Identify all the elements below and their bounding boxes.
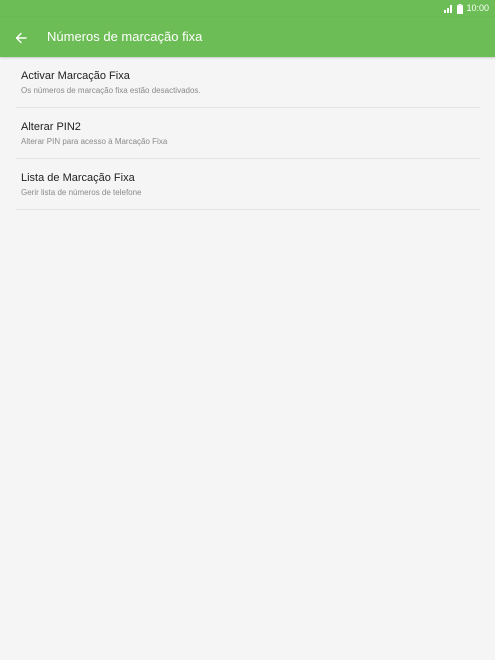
page-title: Números de marcação fixa <box>47 29 203 44</box>
setting-title: Alterar PIN2 <box>21 121 81 133</box>
status-indicators: 10:00 <box>444 3 489 14</box>
setting-fixed-dialing-list[interactable]: Lista de Marcação Fixa Gerir lista de nú… <box>16 159 480 210</box>
status-bar: 10:00 <box>0 0 495 17</box>
status-time: 10:00 <box>466 3 489 13</box>
setting-title: Activar Marcação Fixa <box>21 70 130 82</box>
setting-subtitle: Os números de marcação fixa estão desact… <box>21 86 201 95</box>
screen: 10:00 Números de marcação fixa Activar M… <box>0 0 495 660</box>
back-arrow-icon <box>15 32 27 44</box>
settings-list: Activar Marcação Fixa Os números de marc… <box>16 57 480 210</box>
back-button[interactable] <box>10 27 32 49</box>
setting-title: Lista de Marcação Fixa <box>21 172 135 184</box>
setting-subtitle: Alterar PIN para acesso à Marcação Fixa <box>21 137 168 146</box>
battery-icon <box>457 3 464 14</box>
app-bar: Números de marcação fixa <box>0 17 495 57</box>
setting-activate-fixed-dialing[interactable]: Activar Marcação Fixa Os números de marc… <box>16 57 480 108</box>
setting-subtitle: Gerir lista de números de telefone <box>21 188 142 197</box>
signal-icon <box>444 5 453 13</box>
setting-change-pin2[interactable]: Alterar PIN2 Alterar PIN para acesso à M… <box>16 108 480 159</box>
